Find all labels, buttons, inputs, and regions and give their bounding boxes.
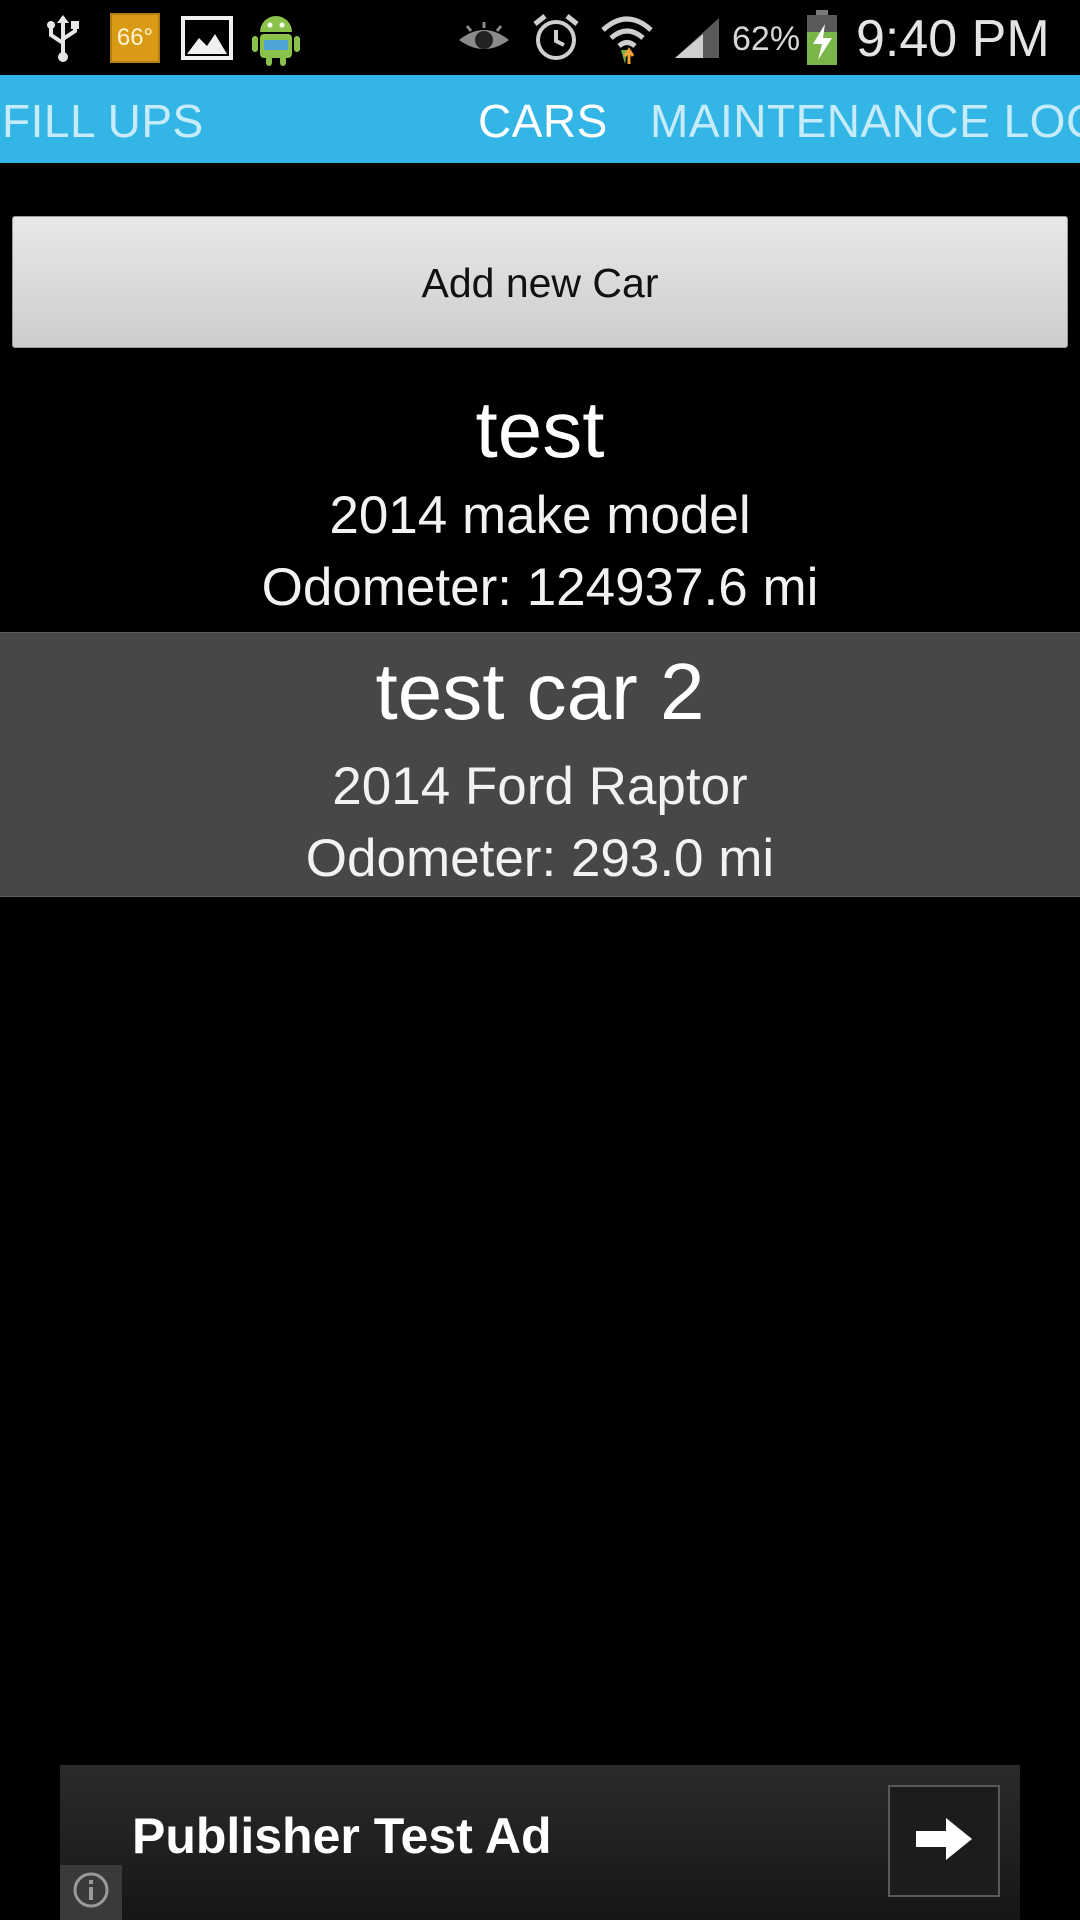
ad-open-button[interactable] (888, 1785, 1000, 1897)
tab-maintenance-log[interactable]: MAINTENANCE LOG (650, 75, 1080, 163)
ad-title: Publisher Test Ad (132, 1808, 552, 1864)
info-icon (72, 1871, 110, 1914)
battery-charging-icon (804, 0, 840, 75)
car-list-item[interactable]: test 2014 make model Odometer: 124937.6 … (0, 380, 1080, 632)
car-odometer: Odometer: 293.0 mi (305, 829, 775, 888)
arrow-right-icon (914, 1816, 974, 1867)
car-list-item-selected[interactable]: test car 2 2014 Ford Raptor Odometer: 29… (0, 632, 1080, 897)
alarm-icon (530, 0, 582, 75)
signal-icon (672, 0, 722, 75)
eye-icon (456, 0, 512, 75)
android-icon (248, 0, 304, 75)
ad-banner[interactable]: Publisher Test Ad (60, 1765, 1020, 1920)
battery-percent: 62% (732, 20, 801, 58)
tab-cars[interactable]: CARS (478, 75, 608, 163)
ad-info-button[interactable] (60, 1865, 122, 1920)
car-odometer: Odometer: 124937.6 mi (261, 558, 819, 617)
status-bar: 66° 62% 9:40 PM (0, 0, 1080, 75)
add-new-car-button[interactable]: Add new Car (12, 216, 1068, 348)
car-name: test (475, 385, 605, 474)
clock: 9:40 PM (856, 10, 1050, 68)
weather-icon: 66° (108, 0, 162, 75)
tab-fill-ups[interactable]: FILL UPS (2, 75, 204, 163)
tab-strip: FILL UPS CARS MAINTENANCE LOG (0, 75, 1080, 163)
car-year-make-model: 2014 make model (329, 486, 751, 545)
usb-icon (38, 0, 88, 75)
car-name: test car 2 (375, 647, 705, 736)
temperature-badge: 66° (110, 12, 160, 63)
wifi-icon (598, 0, 656, 75)
car-year-make-model: 2014 Ford Raptor (332, 757, 748, 816)
gallery-icon (180, 0, 234, 75)
